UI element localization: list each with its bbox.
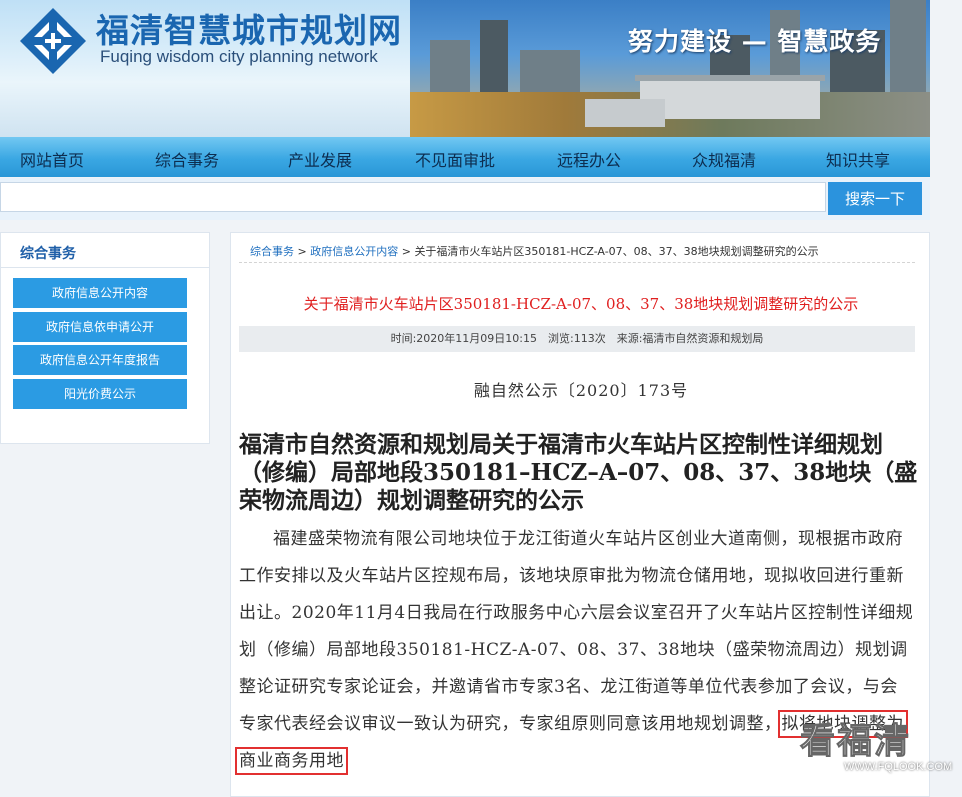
document-number: 融自然公示〔2020〕173号 [473, 381, 689, 400]
site-logo-icon [20, 8, 86, 74]
site-title: 福清智慧城市规划网 [96, 11, 402, 50]
breadcrumb-separator: > [401, 245, 411, 258]
watermark-url: WWW.FQLOOK.COM [844, 761, 953, 773]
banner-slogan: 努力建设 — 智慧政务 [628, 27, 882, 56]
article-heading: 福清市自然资源和规划局关于福清市火车站片区控制性详细规划（修编）局部地段3501… [239, 431, 918, 514]
breadcrumb-current: 关于福清市火车站片区350181-HCZ-A-07、08、37、38地块规划调整… [414, 245, 819, 258]
breadcrumb-link-general-affairs[interactable]: 综合事务 [250, 245, 294, 258]
breadcrumb-separator: > [297, 245, 307, 258]
sidebar: 综合事务 政府信息公开内容 政府信息依申请公开 政府信息公开年度报告 阳光价费公… [0, 232, 210, 444]
nav-item-home[interactable]: 网站首页 [20, 147, 84, 171]
sidebar-item-price-disclosure[interactable]: 阳光价费公示 [13, 379, 187, 409]
article-body-text: 福建盛荣物流有限公司地块位于龙江街道火车站片区创业大道南侧，现根据市政府工作安排… [239, 529, 914, 734]
site-banner: 福清智慧城市规划网 Fuqing wisdom city planning ne… [0, 0, 930, 137]
sidebar-item-annual-report[interactable]: 政府信息公开年度报告 [13, 345, 187, 375]
nav-item-general-affairs[interactable]: 综合事务 [155, 147, 219, 171]
nav-item-industry[interactable]: 产业发展 [288, 147, 352, 171]
sidebar-divider [1, 267, 209, 268]
breadcrumb-link-public-info[interactable]: 政府信息公开内容 [310, 245, 398, 258]
site-subtitle: Fuqing wisdom city planning network [100, 47, 378, 66]
breadcrumb-divider [239, 262, 915, 263]
nav-item-knowledge-share[interactable]: 知识共享 [826, 147, 890, 171]
search-input[interactable] [0, 182, 826, 212]
article-title: 关于福清市火车站片区350181-HCZ-A-07、08、37、38地块规划调整… [303, 295, 859, 313]
article-meta: 时间:2020年11月09日10:15 浏览:113次 来源:福清市自然资源和规… [239, 326, 915, 352]
main-nav: 网站首页 综合事务 产业发展 不见面审批 远程办公 众规福清 知识共享 [0, 137, 930, 177]
sidebar-item-info-request[interactable]: 政府信息依申请公开 [13, 312, 187, 342]
banner-city-image [410, 0, 930, 137]
breadcrumb: 综合事务 > 政府信息公开内容 > 关于福清市火车站片区350181-HCZ-A… [250, 243, 819, 259]
nav-item-public-planning[interactable]: 众规福清 [692, 147, 756, 171]
nav-item-remote-office[interactable]: 远程办公 [557, 147, 621, 171]
sidebar-item-public-info[interactable]: 政府信息公开内容 [13, 278, 187, 308]
watermark: 看福清 WWW.FQLOOK.COM [799, 713, 960, 788]
nav-item-online-approval[interactable]: 不见面审批 [415, 147, 495, 171]
watermark-text: 看福清 [799, 722, 912, 763]
sidebar-title: 综合事务 [20, 246, 76, 262]
search-button[interactable]: 搜索一下 [828, 182, 922, 215]
